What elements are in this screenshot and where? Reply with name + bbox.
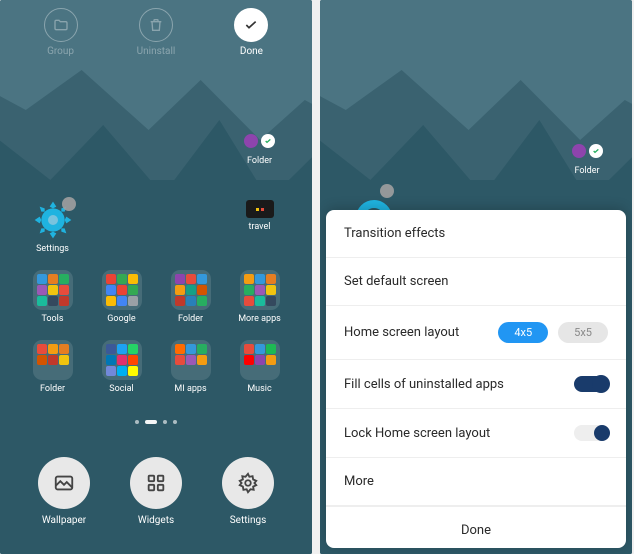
- uninstall-label: Uninstall: [137, 46, 176, 57]
- default-screen-label: Set default screen: [344, 274, 448, 289]
- app-label: Settings: [36, 244, 69, 254]
- settings-button[interactable]: Settings: [222, 457, 274, 526]
- wallpaper-button[interactable]: Wallpaper: [38, 457, 90, 526]
- editor-bottom-panel: Wallpaper Widgets Settings: [0, 434, 312, 554]
- editor-top-row: Group Uninstall Done: [0, 8, 312, 57]
- settings-label: Settings: [230, 515, 267, 526]
- app-more-apps[interactable]: More apps: [225, 270, 294, 324]
- settings-sheet: Transition effects Set default screen Ho…: [326, 210, 626, 548]
- transition-effects-row[interactable]: Transition effects: [326, 210, 626, 258]
- folder-icon: [33, 340, 73, 380]
- lock-layout-toggle[interactable]: [574, 425, 608, 441]
- more-row[interactable]: More: [326, 458, 626, 506]
- default-screen-row[interactable]: Set default screen: [326, 258, 626, 306]
- page-indicator: [0, 420, 312, 424]
- check-icon: [243, 17, 259, 33]
- fill-cells-label: Fill cells of uninstalled apps: [344, 377, 504, 392]
- layout-row: Home screen layout 4x5 5x5: [326, 306, 626, 360]
- layout-4x5-pill[interactable]: 4x5: [498, 322, 548, 343]
- app-mi-apps[interactable]: MI apps: [156, 340, 225, 394]
- folder-app-label: Folder: [574, 166, 599, 176]
- folder-icon: [33, 270, 73, 310]
- folder-icon: [171, 340, 211, 380]
- app-label: Google: [107, 314, 135, 324]
- sheet-done-button[interactable]: Done: [326, 506, 626, 554]
- fill-cells-row: Fill cells of uninstalled apps: [326, 360, 626, 409]
- app-label: Social: [109, 384, 133, 394]
- done-label: Done: [240, 46, 263, 57]
- app-label: MI apps: [174, 384, 206, 394]
- more-label: More: [344, 474, 374, 489]
- app-label: Folder: [178, 314, 203, 324]
- layout-5x5-pill[interactable]: 5x5: [558, 322, 608, 343]
- folder-icon: [240, 340, 280, 380]
- gear-icon: [33, 200, 73, 240]
- app-label: Folder: [247, 156, 272, 166]
- group-button[interactable]: Group: [44, 8, 78, 57]
- image-icon: [53, 472, 75, 494]
- trash-icon: [148, 17, 164, 33]
- folder-icon: [240, 270, 280, 310]
- done-button[interactable]: Done: [234, 8, 268, 57]
- app-tools[interactable]: Tools: [18, 270, 87, 324]
- app-label: Folder: [40, 384, 65, 394]
- app-grid: Folder Settings travel Tools Google Folder Mor…: [0, 130, 312, 404]
- wallpaper-label: Wallpaper: [42, 515, 86, 526]
- fill-cells-toggle[interactable]: [574, 376, 608, 392]
- app-settings[interactable]: Settings: [18, 200, 87, 254]
- gear-icon: [237, 472, 259, 494]
- app-folder[interactable]: Folder: [18, 340, 87, 394]
- folder-app[interactable]: Folder: [570, 140, 604, 176]
- widgets-icon: [145, 472, 167, 494]
- app-google[interactable]: Google: [87, 270, 156, 324]
- layout-label: Home screen layout: [344, 325, 459, 340]
- widgets-label: Widgets: [138, 515, 174, 526]
- app-travel[interactable]: travel: [225, 200, 294, 232]
- uninstall-button[interactable]: Uninstall: [137, 8, 176, 57]
- widgets-button[interactable]: Widgets: [130, 457, 182, 526]
- folder-icon: [102, 340, 142, 380]
- group-label: Group: [47, 46, 74, 57]
- home-settings-screen: Folder Transition effects Set default sc…: [320, 0, 632, 554]
- app-label: travel: [249, 222, 271, 232]
- transition-effects-label: Transition effects: [344, 226, 445, 241]
- home-editor-screen: Group Uninstall Done Folder Settings trave…: [0, 0, 312, 554]
- lock-layout-row: Lock Home screen layout: [326, 409, 626, 458]
- app-label: Tools: [41, 314, 63, 324]
- folder-icon: [53, 17, 69, 33]
- folder-icon: [102, 270, 142, 310]
- lock-layout-label: Lock Home screen layout: [344, 426, 490, 441]
- app-label: Music: [247, 384, 271, 394]
- selection-indicator: [62, 197, 76, 211]
- sheet-done-label: Done: [461, 523, 491, 538]
- app-label: More apps: [238, 314, 281, 324]
- pair-folder-icon: [243, 130, 277, 152]
- app-icon: [246, 200, 274, 218]
- app-social[interactable]: Social: [87, 340, 156, 394]
- app-music[interactable]: Music: [225, 340, 294, 394]
- app-folder[interactable]: Folder: [225, 130, 294, 166]
- app-folder[interactable]: Folder: [156, 270, 225, 324]
- folder-icon: [171, 270, 211, 310]
